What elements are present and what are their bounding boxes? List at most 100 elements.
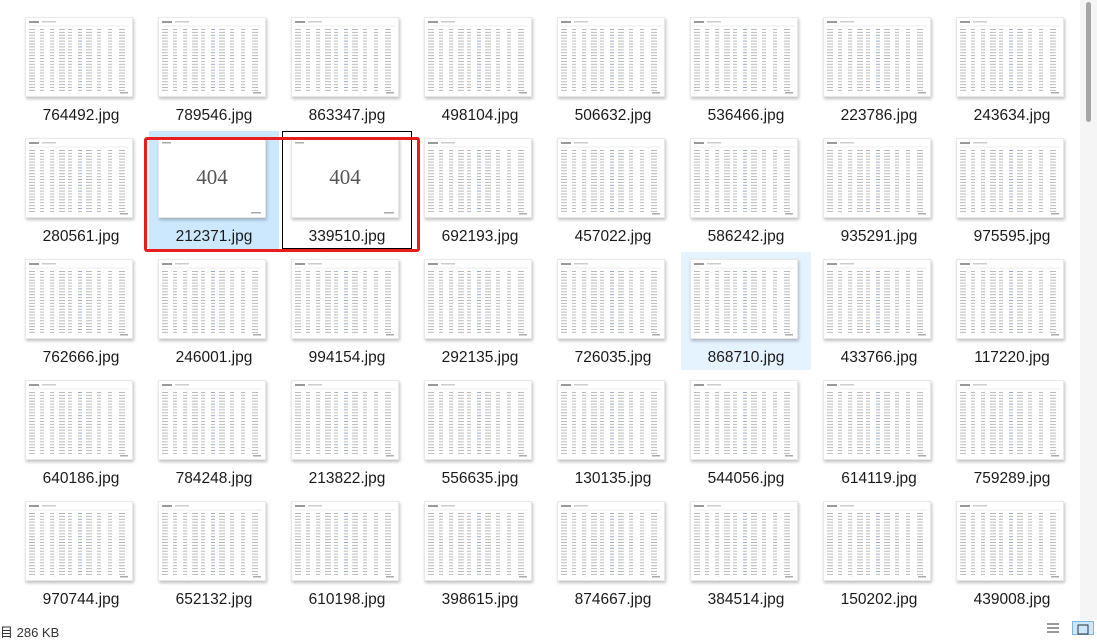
image-thumbnail	[158, 380, 266, 460]
file-name-label: 994154.jpg	[282, 349, 412, 367]
image-thumbnail	[424, 380, 532, 460]
file-item[interactable]: 223786.jpg	[814, 10, 944, 128]
file-item[interactable]: 243634.jpg	[947, 10, 1077, 128]
image-thumbnail	[690, 259, 798, 339]
file-item[interactable]: 994154.jpg	[282, 252, 412, 370]
file-item[interactable]: 784248.jpg	[149, 373, 279, 491]
file-item[interactable]: 384514.jpg	[681, 494, 811, 612]
scrollbar-thumb[interactable]	[1086, 2, 1091, 122]
image-thumbnail	[690, 17, 798, 97]
image-thumbnail	[25, 138, 133, 218]
file-name-label: 586242.jpg	[681, 228, 811, 246]
file-item[interactable]: 292135.jpg	[415, 252, 545, 370]
file-name-label: 556635.jpg	[415, 470, 545, 488]
image-thumbnail	[291, 501, 399, 581]
image-thumbnail	[956, 259, 1064, 339]
file-name-label: 398615.jpg	[415, 591, 545, 609]
file-name-label: 762666.jpg	[16, 349, 146, 367]
file-item[interactable]: 433766.jpg	[814, 252, 944, 370]
file-item[interactable]: 150202.jpg	[814, 494, 944, 612]
image-thumbnail	[823, 138, 931, 218]
file-item[interactable]: 498104.jpg	[415, 10, 545, 128]
file-item[interactable]: 610198.jpg	[282, 494, 412, 612]
file-item[interactable]: 556635.jpg	[415, 373, 545, 491]
image-thumbnail: 404	[291, 138, 399, 218]
file-item[interactable]: 789546.jpg	[149, 10, 279, 128]
image-thumbnail	[424, 138, 532, 218]
file-name-label: 614119.jpg	[814, 470, 944, 488]
file-item[interactable]: 970744.jpg	[16, 494, 146, 612]
image-thumbnail	[823, 501, 931, 581]
status-bar: 目 286 KB	[0, 620, 1097, 635]
image-thumbnail	[25, 17, 133, 97]
file-item[interactable]: 117220.jpg	[947, 252, 1077, 370]
file-name-label: 246001.jpg	[149, 349, 279, 367]
file-item[interactable]: 652132.jpg	[149, 494, 279, 612]
file-item[interactable]: 398615.jpg	[415, 494, 545, 612]
image-thumbnail	[690, 501, 798, 581]
file-item[interactable]: 506632.jpg	[548, 10, 678, 128]
file-item[interactable]: 614119.jpg	[814, 373, 944, 491]
file-name-label: 117220.jpg	[947, 349, 1077, 367]
file-item[interactable]: 280561.jpg	[16, 131, 146, 249]
large-icons-view-icon[interactable]	[1072, 621, 1094, 635]
file-item[interactable]: 457022.jpg	[548, 131, 678, 249]
image-thumbnail	[25, 501, 133, 581]
file-item[interactable]: 213822.jpg	[282, 373, 412, 491]
file-name-label: 506632.jpg	[548, 107, 678, 125]
file-name-label: 868710.jpg	[681, 349, 811, 367]
details-view-icon[interactable]	[1046, 621, 1060, 635]
file-item[interactable]: 640186.jpg	[16, 373, 146, 491]
file-name-label: 759289.jpg	[947, 470, 1077, 488]
file-item[interactable]: 544056.jpg	[681, 373, 811, 491]
file-item[interactable]: 874667.jpg	[548, 494, 678, 612]
image-thumbnail	[291, 17, 399, 97]
file-item[interactable]: 692193.jpg	[415, 131, 545, 249]
image-thumbnail	[291, 259, 399, 339]
image-thumbnail	[823, 380, 931, 460]
file-item[interactable]: 759289.jpg	[947, 373, 1077, 491]
file-name-label: 280561.jpg	[16, 228, 146, 246]
image-thumbnail: 404	[158, 138, 266, 218]
file-item[interactable]: 404212371.jpg	[149, 131, 279, 249]
file-name-label: 150202.jpg	[814, 591, 944, 609]
image-thumbnail	[557, 138, 665, 218]
file-item[interactable]: 246001.jpg	[149, 252, 279, 370]
file-name-label: 339510.jpg	[282, 228, 412, 246]
file-name-label: 784248.jpg	[149, 470, 279, 488]
file-item[interactable]: 868710.jpg	[681, 252, 811, 370]
file-item[interactable]: 536466.jpg	[681, 10, 811, 128]
file-name-label: 692193.jpg	[415, 228, 545, 246]
image-thumbnail	[424, 259, 532, 339]
image-thumbnail	[823, 259, 931, 339]
file-item[interactable]: 762666.jpg	[16, 252, 146, 370]
file-name-label: 610198.jpg	[282, 591, 412, 609]
file-name-label: 498104.jpg	[415, 107, 545, 125]
file-item[interactable]: 975595.jpg	[947, 131, 1077, 249]
file-item[interactable]: 863347.jpg	[282, 10, 412, 128]
file-item[interactable]: 586242.jpg	[681, 131, 811, 249]
image-thumbnail	[158, 259, 266, 339]
file-name-label: 439008.jpg	[947, 591, 1077, 609]
image-thumbnail	[956, 501, 1064, 581]
file-item[interactable]: 764492.jpg	[16, 10, 146, 128]
image-thumbnail	[424, 17, 532, 97]
file-name-label: 213822.jpg	[282, 470, 412, 488]
image-thumbnail	[557, 17, 665, 97]
file-item[interactable]: 439008.jpg	[947, 494, 1077, 612]
file-name-label: 764492.jpg	[16, 107, 146, 125]
file-name-label: 975595.jpg	[947, 228, 1077, 246]
status-text: 目 286 KB	[0, 622, 59, 641]
image-thumbnail	[158, 501, 266, 581]
file-name-label: 970744.jpg	[16, 591, 146, 609]
file-item[interactable]: 404 339510.jpg	[282, 131, 412, 249]
file-item[interactable]: 130135.jpg	[548, 373, 678, 491]
image-thumbnail	[424, 501, 532, 581]
image-thumbnail	[956, 138, 1064, 218]
file-item[interactable]: 726035.jpg	[548, 252, 678, 370]
file-grid: 764492.jpg789546.jpg863347.jpg498104.jpg…	[16, 10, 1080, 620]
image-thumbnail	[25, 380, 133, 460]
vertical-scrollbar[interactable]	[1080, 0, 1097, 620]
file-item[interactable]: 935291.jpg	[814, 131, 944, 249]
image-thumbnail	[690, 380, 798, 460]
